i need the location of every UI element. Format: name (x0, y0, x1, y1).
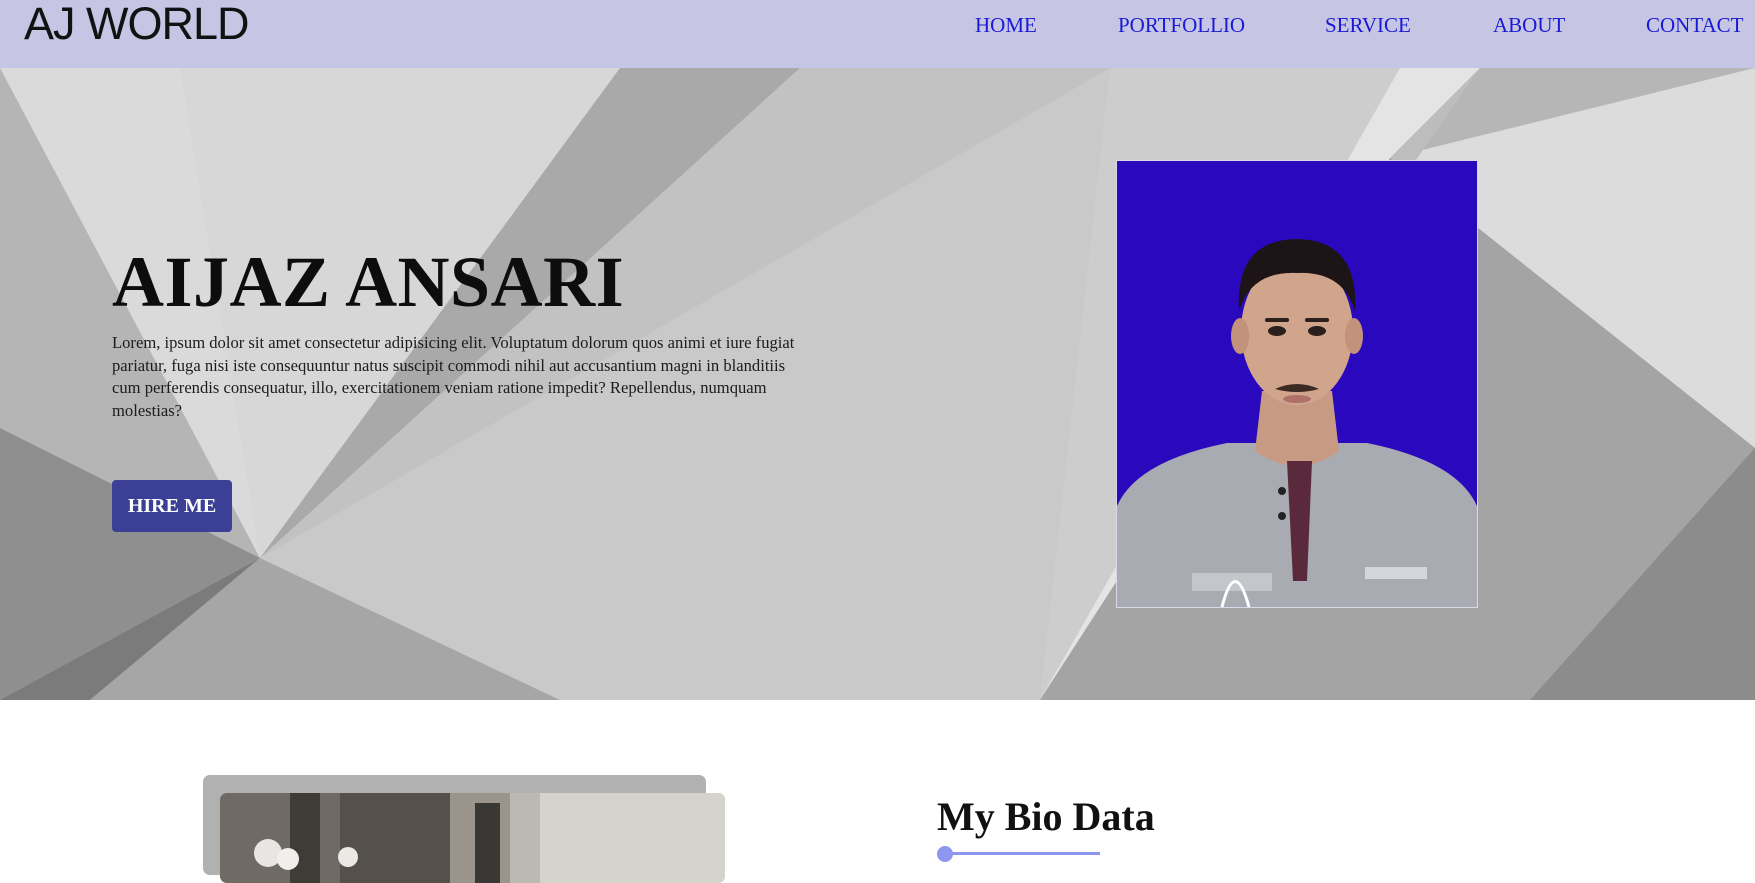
room-photo-image (220, 793, 725, 883)
hero-description: Lorem, ipsum dolor sit amet consectetur … (112, 333, 795, 420)
person-portrait-image (1117, 161, 1477, 607)
hero-section: AIJAZ ANSARI Lorem, ipsum dolor sit amet… (0, 68, 1755, 700)
title-underline-dot (937, 846, 953, 862)
nav-portfolio-link[interactable]: PORTFOLLIO (1118, 11, 1245, 39)
site-logo[interactable]: AJ WORLD (24, 0, 250, 50)
title-underline (945, 852, 1100, 855)
bio-section-title: My Bio Data (937, 794, 1155, 839)
nav-about-link[interactable]: ABOUT (1493, 11, 1565, 39)
site-header: AJ WORLD HOME PORTFOLLIO SERVICE ABOUT C… (0, 0, 1755, 68)
nav-contact-link[interactable]: CONTACT (1646, 11, 1743, 39)
profile-photo (1117, 161, 1477, 607)
hire-me-button[interactable]: HIRE ME (112, 480, 232, 532)
nav-home-link[interactable]: HOME (975, 11, 1037, 39)
nav-service-link[interactable]: SERVICE (1325, 11, 1411, 39)
bio-photo (220, 793, 725, 883)
hero-name-heading: AIJAZ ANSARI (112, 242, 625, 322)
